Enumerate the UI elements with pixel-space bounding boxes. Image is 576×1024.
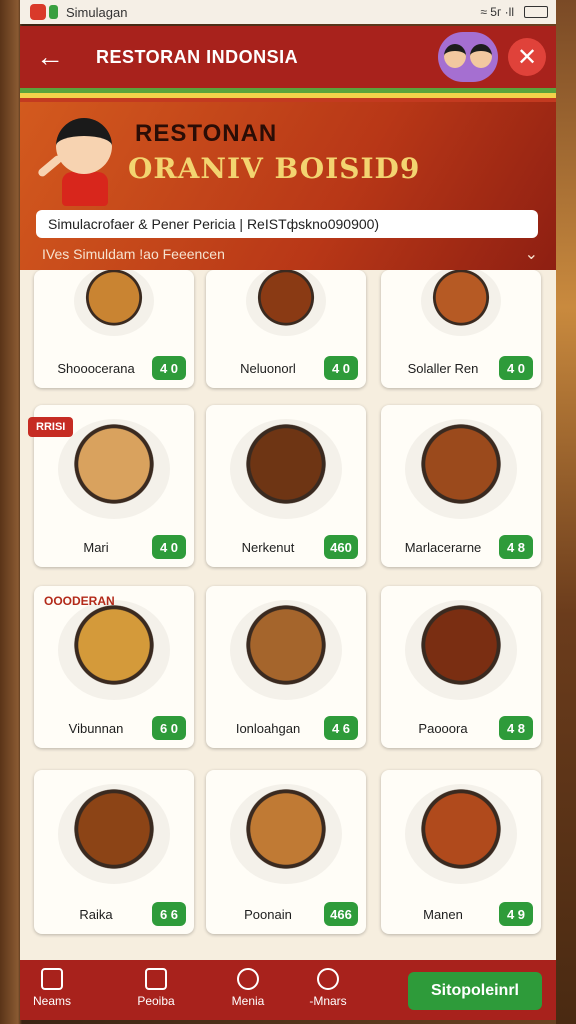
dish-name: Vibunnan [68,721,124,736]
price-badge[interactable]: 4 8 [499,716,533,740]
avatar-face-icon [444,44,466,68]
chevron-down-icon: ⌄ [524,246,538,263]
dish-image [58,419,170,519]
dish-name: Marlacerarne [404,540,482,555]
price-badge[interactable]: 460 [324,535,358,559]
dish-name: Shooocerana [57,361,135,376]
price-badge[interactable]: 4 0 [152,356,186,380]
price-badge[interactable]: 4 0 [152,535,186,559]
checkout-button[interactable]: Sitopoleinrl [408,972,542,1010]
more-icon [317,968,339,990]
dish-name: Manen [423,907,463,922]
status-bar: Simulagan ≈ 5г ·ll [20,0,556,24]
menu-card[interactable]: RRISI Mari 4 0 [28,405,194,567]
dish-image [230,419,342,519]
home-icon [41,968,63,990]
receipt-icon [145,968,167,990]
dish-image [230,784,342,884]
price-badge[interactable]: 4 0 [499,356,533,380]
nav-label: Menia [231,994,265,1008]
app-icon-secondary [49,5,58,19]
menu-card[interactable]: Ionloahgan 4 6 [206,586,366,748]
menu-icon [237,968,259,990]
card-tag: OOODERAN [44,594,115,608]
menu-card[interactable]: Paooora 4 8 [381,586,541,748]
menu-card[interactable]: OOODERAN Vibunnan 6 0 [34,586,194,748]
promo-text: IVes Simuldam !ao Feeencen [42,246,225,262]
header-stripe [20,88,556,102]
hero-subtitle: ORANIV BOISID9 [128,152,421,185]
nav-item-menu[interactable]: Menia [218,968,278,1008]
menu-card[interactable]: Shooocerana 4 0 [34,270,194,388]
avatar[interactable] [438,32,498,82]
dish-image [230,600,342,700]
dish-image [421,270,501,336]
menu-card[interactable]: Raika 6 6 [34,770,194,934]
hero-title: RESTONAN [135,120,278,147]
battery-icon [524,6,548,18]
dish-image [58,600,170,700]
dish-name: Mari [83,540,109,555]
nav-label: -Mnars [309,994,347,1008]
dish-name: Poonain [244,907,292,922]
menu-grid: Shooocerana 4 0 Neluonorl 4 0 Solaller Ren 4 … [20,270,556,960]
dish-image [74,270,154,336]
price-badge[interactable]: 4 9 [499,902,533,926]
bottom-nav: Neams Peoiba Menia -Mnars Sitopoleinrl [20,960,556,1020]
page-title: RESTORAN INDONSIA [96,46,299,67]
status-title: Simulagan [66,4,128,20]
menu-card[interactable]: Nerkenut 460 [206,405,366,567]
avatar-face-icon [470,44,492,68]
price-badge[interactable]: 4 0 [324,356,358,380]
menu-card[interactable]: Marlacerarne 4 8 [381,405,541,567]
background-wall [556,0,576,1024]
close-button[interactable]: ✕ [508,38,546,76]
dish-name: Paooora [418,721,468,736]
hero-banner: RESTONAN ORANIV BOISID9 Simulacrofaer & … [20,102,556,270]
signal-icon: ≈ 5г ·ll [480,5,514,19]
menu-card[interactable]: Neluonorl 4 0 [206,270,366,388]
nav-item-order[interactable]: Peoiba [126,968,186,1008]
dish-image [405,784,517,884]
price-badge[interactable]: 6 0 [152,716,186,740]
dish-name: Neluonorl [240,361,296,376]
app-icon [30,4,46,20]
price-badge[interactable]: 6 6 [152,902,186,926]
menu-card[interactable]: Solaller Ren 4 0 [381,270,541,388]
dish-name: Ionloahgan [235,721,301,736]
price-badge[interactable]: 466 [324,902,358,926]
promo-line[interactable]: IVes Simuldam !ao Feeencen ⌄ [42,244,538,264]
back-arrow-icon[interactable]: ← [36,43,66,71]
dish-image [246,270,326,336]
dish-name: Raika [79,907,113,922]
promo-badge: RRISI [28,417,74,437]
nav-label: Peoiba [137,994,175,1008]
nav-item-more[interactable]: -Mnars [298,968,358,1008]
mascot-illustration [34,112,134,212]
price-badge[interactable]: 4 6 [324,716,358,740]
menu-card[interactable]: Poonain 466 [206,770,366,934]
search-input[interactable]: Simulacrofaer & Pener Pericia | ReISTфsk… [36,210,538,238]
app-header: ← RESTORAN INDONSIA ✕ [20,26,556,88]
dish-image [58,784,170,884]
dish-name: Solaller Ren [407,361,479,376]
dish-name: Nerkenut [241,540,295,555]
dish-image [405,419,517,519]
price-badge[interactable]: 4 8 [499,535,533,559]
menu-card[interactable]: Manen 4 9 [381,770,541,934]
nav-item-home[interactable]: Neams [22,968,82,1008]
dish-image [405,600,517,700]
nav-label: Neams [32,994,71,1008]
